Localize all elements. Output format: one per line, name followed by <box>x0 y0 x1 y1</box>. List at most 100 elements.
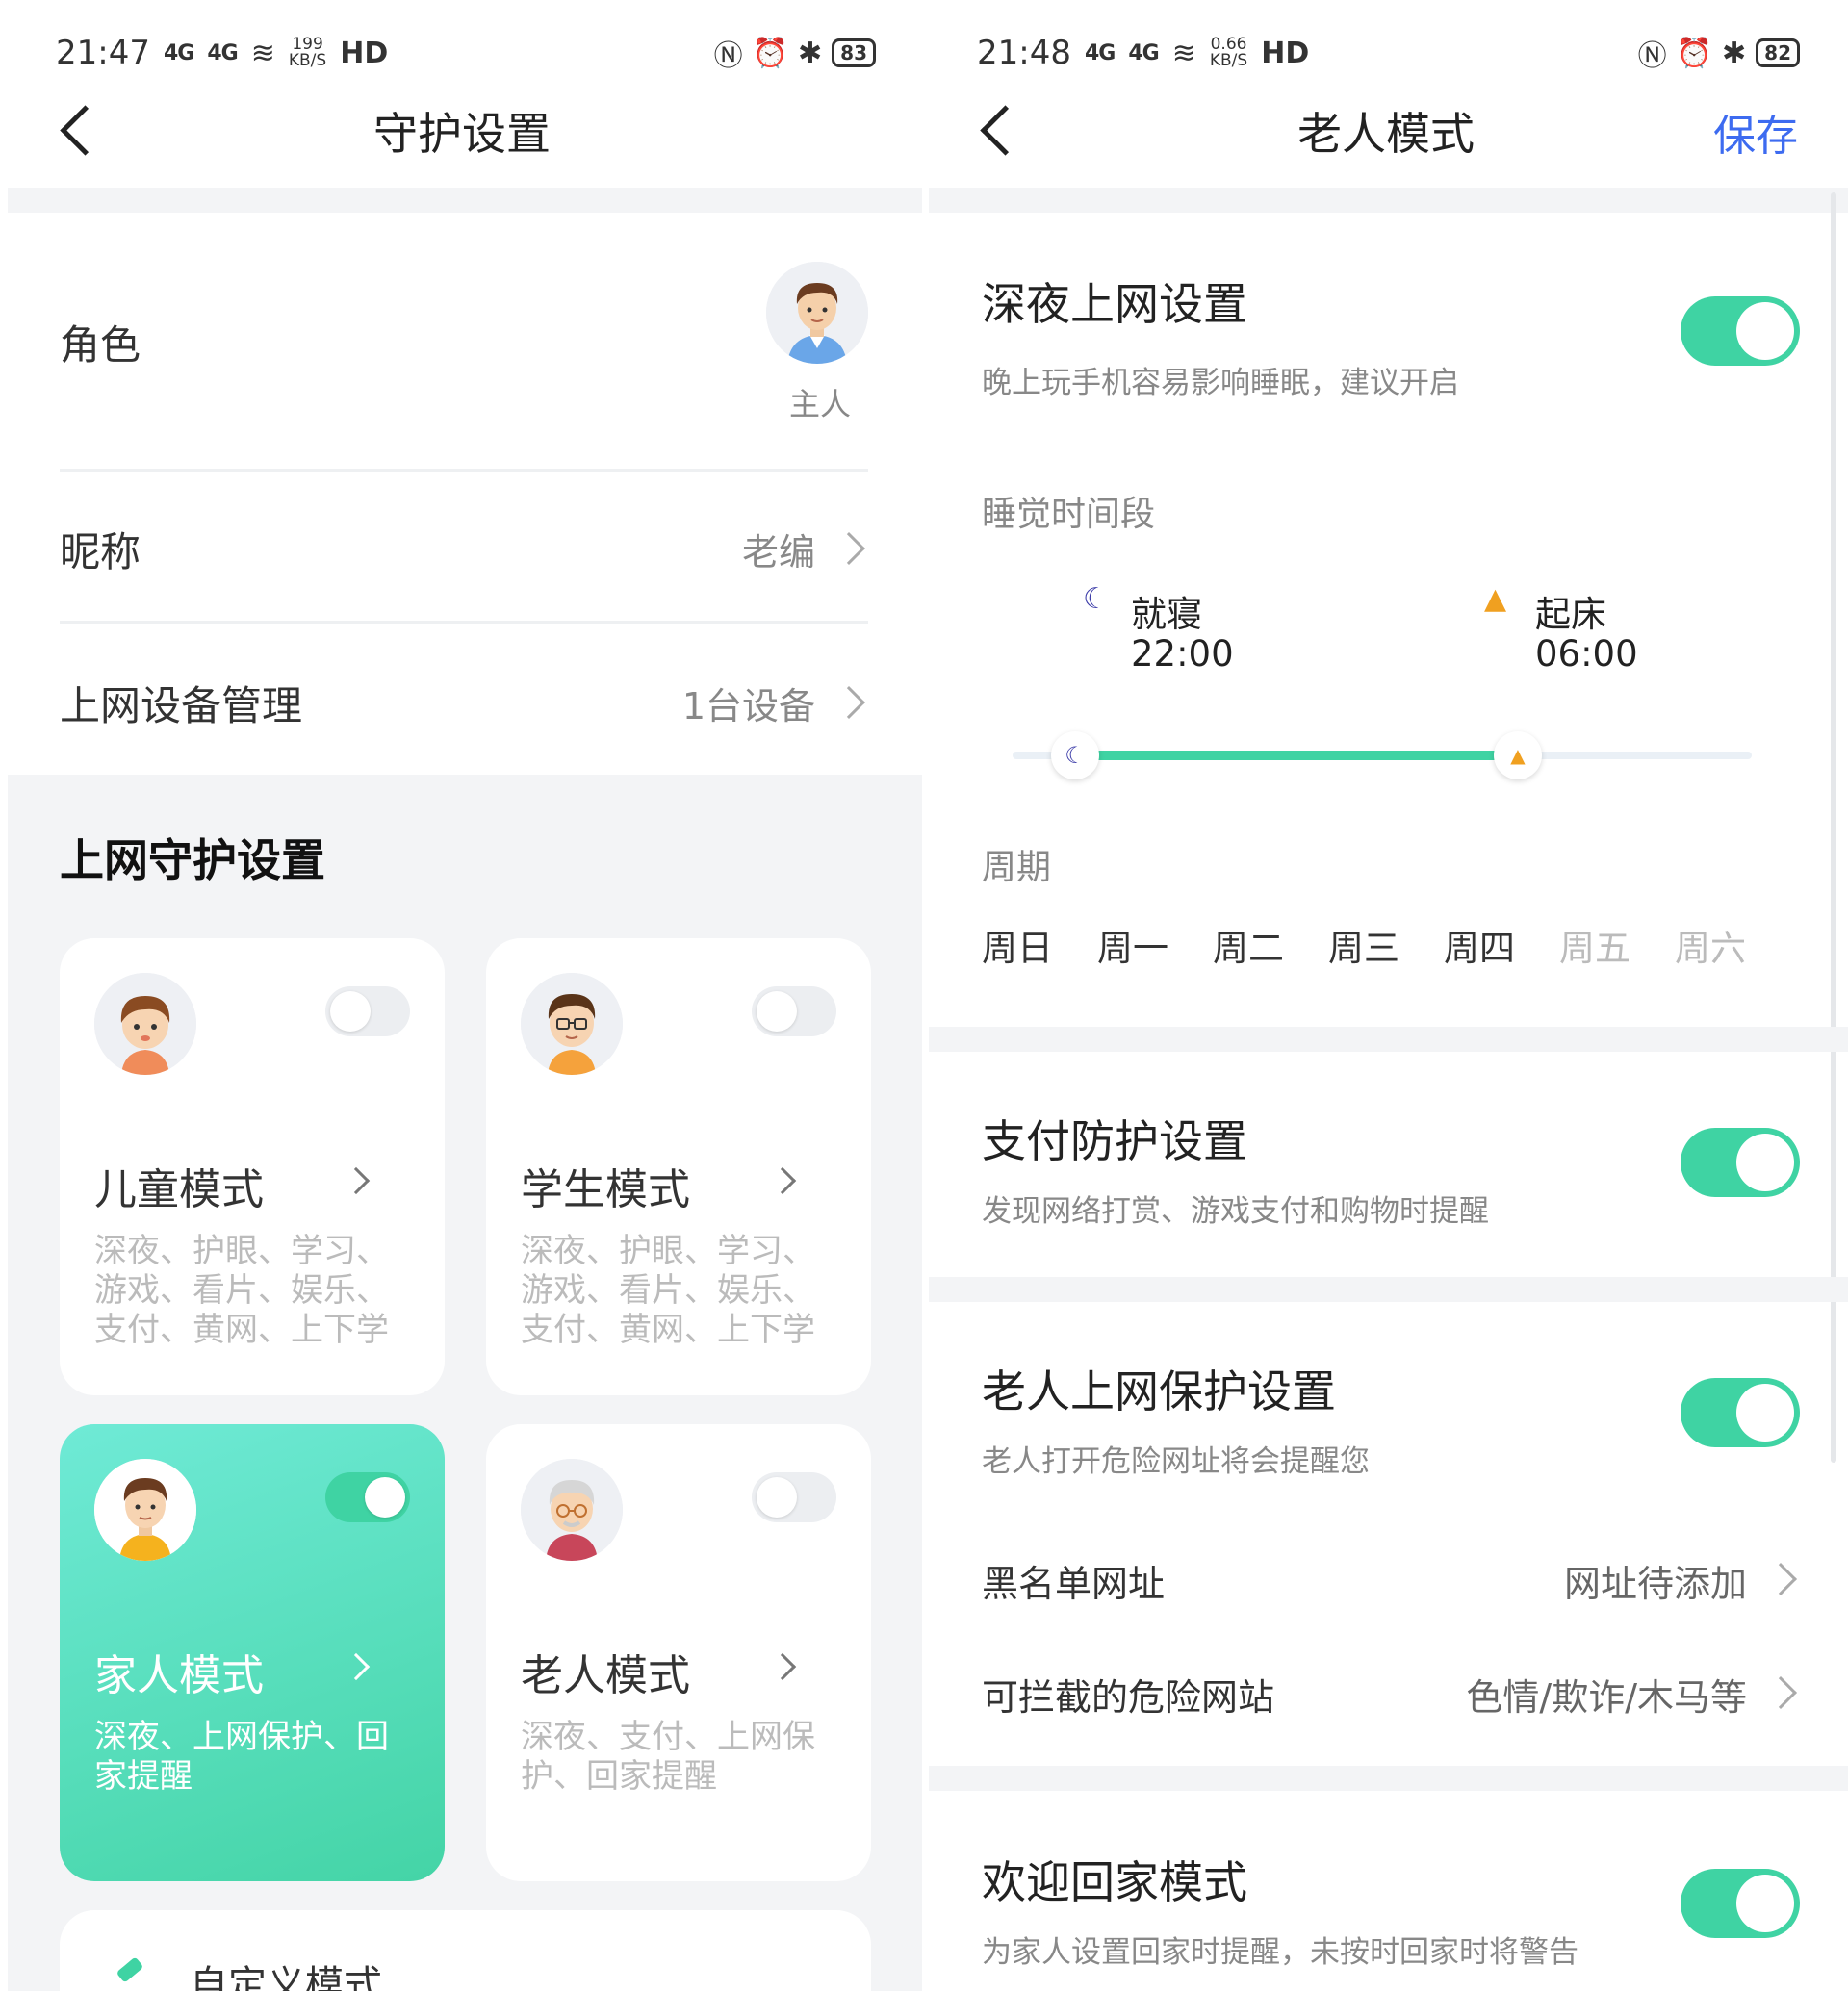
card-desc: 深夜、护眼、学习、游戏、看片、娱乐、支付、黄网、上下学 <box>521 1232 815 1349</box>
chevron-right-icon <box>1764 1563 1797 1595</box>
elder-avatar <box>521 1459 623 1561</box>
signal-icon: 4G <box>1084 40 1116 65</box>
bed-label: 就寝 <box>1131 594 1202 635</box>
child-mode-card[interactable]: 儿童模式 深夜、护眼、学习、游戏、看片、娱乐、支付、黄网、上下学 <box>60 938 445 1395</box>
blacklist-row[interactable]: 黑名单网址 网址待添加 <box>982 1554 1800 1605</box>
night-section: 深夜上网设置 晚上玩手机容易影响睡眠，建议开启 <box>982 269 1800 414</box>
elder-protection-section: 老人上网保护设置 老人打开危险网址将会提醒您 <box>982 1357 1800 1482</box>
devices-row[interactable]: 上网设备管理 1台设备 <box>60 674 868 731</box>
chevron-right-icon <box>768 1166 797 1195</box>
card-desc: 深夜、支付、上网保护、回家提醒 <box>521 1718 815 1796</box>
owner-avatar[interactable] <box>766 262 868 364</box>
payment-section: 支付防护设置 发现网络打赏、游戏支付和购物时提醒 <box>982 1107 1800 1232</box>
day-tue[interactable]: 周二 <box>1213 919 1284 971</box>
hd-icon: HD <box>1261 36 1310 70</box>
day-wed[interactable]: 周三 <box>1328 919 1399 971</box>
nfc-icon: Ⓝ <box>713 39 743 73</box>
divider <box>60 469 868 472</box>
status-bar: 21:47 4G 4G ≋ 199 KB/S HD Ⓝ ⏰ ✱ 83 <box>56 29 876 77</box>
bedtime-slider-handle[interactable]: ☾ <box>1051 731 1099 779</box>
card-desc: 深夜、护眼、学习、游戏、看片、娱乐、支付、黄网、上下学 <box>94 1232 389 1349</box>
elder-mode-toggle[interactable] <box>752 1472 836 1522</box>
battery-icon: 82 <box>1756 38 1800 67</box>
weekday-selector: 周日 周一 周二 周三 周四 周五 周六 <box>982 919 1771 969</box>
student-mode-toggle[interactable] <box>752 986 836 1036</box>
chevron-right-icon <box>768 1652 797 1681</box>
danger-label: 可拦截的危险网站 <box>982 1676 1275 1719</box>
save-button[interactable]: 保存 <box>1713 101 1798 163</box>
chevron-right-icon <box>342 1166 371 1195</box>
left-screen: 21:47 4G 4G ≋ 199 KB/S HD Ⓝ ⏰ ✱ 83 守护设置 角… <box>0 0 924 1991</box>
wifi-icon: ≋ <box>250 36 275 70</box>
sunrise-icon: ▲ <box>1484 582 1507 616</box>
welcome-title: 欢迎回家模式 <box>982 1856 1247 1908</box>
status-time: 21:48 <box>977 34 1071 72</box>
signal-icon: 4G <box>207 40 238 65</box>
bed-time[interactable]: 22:00 <box>1131 633 1234 675</box>
family-mode-toggle[interactable] <box>325 1472 410 1522</box>
chevron-right-icon <box>342 1652 371 1681</box>
day-thu[interactable]: 周四 <box>1444 919 1515 971</box>
status-bar: 21:48 4G 4G ≋ 0.66 KB/S HD Ⓝ ⏰ ✱ 82 <box>977 29 1800 77</box>
sleep-period-label: 睡觉时间段 <box>982 495 1156 534</box>
hd-icon: HD <box>340 36 389 70</box>
waketime-slider-handle[interactable]: ▲ <box>1494 731 1542 779</box>
alarm-icon: ⏰ <box>1676 36 1713 70</box>
day-mon[interactable]: 周一 <box>1097 919 1168 971</box>
signal-icon: 4G <box>163 40 194 65</box>
day-sun[interactable]: 周日 <box>982 919 1053 971</box>
student-avatar <box>521 973 623 1075</box>
blacklist-value: 网址待添加 <box>1563 1563 1747 1605</box>
family-mode-card[interactable]: 家人模式 深夜、上网保护、回家提醒 <box>60 1424 445 1881</box>
night-toggle[interactable] <box>1681 296 1800 366</box>
welcome-section: 欢迎回家模式 为家人设置回家时提醒，未按时回家时将警告 <box>982 1848 1800 1973</box>
net-speed: 199 KB/S <box>288 35 327 70</box>
elder-title: 老人上网保护设置 <box>982 1366 1336 1417</box>
elder-toggle[interactable] <box>1681 1378 1800 1447</box>
status-time: 21:47 <box>56 34 150 72</box>
nickname-label: 昵称 <box>60 528 141 575</box>
payment-toggle[interactable] <box>1681 1128 1800 1197</box>
role-row[interactable]: 角色 主人 <box>60 241 868 433</box>
elder-mode-card[interactable]: 老人模式 深夜、支付、上网保护、回家提醒 <box>486 1424 871 1881</box>
wake-label: 起床 <box>1535 594 1606 635</box>
danger-sites-row[interactable]: 可拦截的危险网站 色情/欺诈/木马等 <box>982 1668 1800 1719</box>
bluetooth-icon: ✱ <box>1722 36 1747 70</box>
cycle-label: 周期 <box>982 848 1052 887</box>
payment-title: 支付防护设置 <box>982 1115 1247 1167</box>
header: 守护设置 <box>0 91 924 178</box>
signal-icon: 4G <box>1128 40 1159 65</box>
student-mode-card[interactable]: 学生模式 深夜、护眼、学习、游戏、看片、娱乐、支付、黄网、上下学 <box>486 938 871 1395</box>
scrollbar[interactable] <box>1831 192 1836 1463</box>
page-title: 老人模式 <box>1297 108 1475 160</box>
night-title: 深夜上网设置 <box>982 278 1247 330</box>
welcome-subtitle: 为家人设置回家时提醒，未按时回家时将警告 <box>982 1935 1578 1970</box>
custom-mode-card[interactable]: 自定义模式 <box>60 1910 871 1991</box>
role-label: 角色 <box>60 321 141 369</box>
battery-icon: 83 <box>832 38 876 67</box>
divider <box>929 1766 1848 1791</box>
wake-time[interactable]: 06:00 <box>1535 633 1638 675</box>
nickname-value: 老编 <box>741 531 815 574</box>
card-title: 家人模式 <box>94 1651 264 1700</box>
day-sat[interactable]: 周六 <box>1675 919 1746 971</box>
header: 老人模式 保存 <box>924 91 1848 178</box>
pencil-icon <box>116 1956 144 1983</box>
nickname-row[interactable]: 昵称 老编 <box>60 520 868 577</box>
devices-label: 上网设备管理 <box>60 682 303 729</box>
family-avatar <box>94 1459 196 1561</box>
child-avatar <box>94 973 196 1075</box>
payment-subtitle: 发现网络打赏、游戏支付和购物时提醒 <box>982 1194 1489 1229</box>
card-title: 老人模式 <box>521 1651 690 1700</box>
right-screen: 21:48 4G 4G ≋ 0.66 KB/S HD Ⓝ ⏰ ✱ 82 老人模式 … <box>924 0 1848 1991</box>
bluetooth-icon: ✱ <box>798 36 823 70</box>
child-mode-toggle[interactable] <box>325 986 410 1036</box>
nfc-icon: Ⓝ <box>1637 39 1667 73</box>
day-fri[interactable]: 周五 <box>1559 919 1630 971</box>
divider <box>929 188 1848 213</box>
divider <box>929 1027 1848 1052</box>
divider <box>8 188 924 213</box>
welcome-toggle[interactable] <box>1681 1869 1800 1938</box>
blacklist-label: 黑名单网址 <box>982 1563 1166 1605</box>
devices-value: 1台设备 <box>681 685 815 727</box>
